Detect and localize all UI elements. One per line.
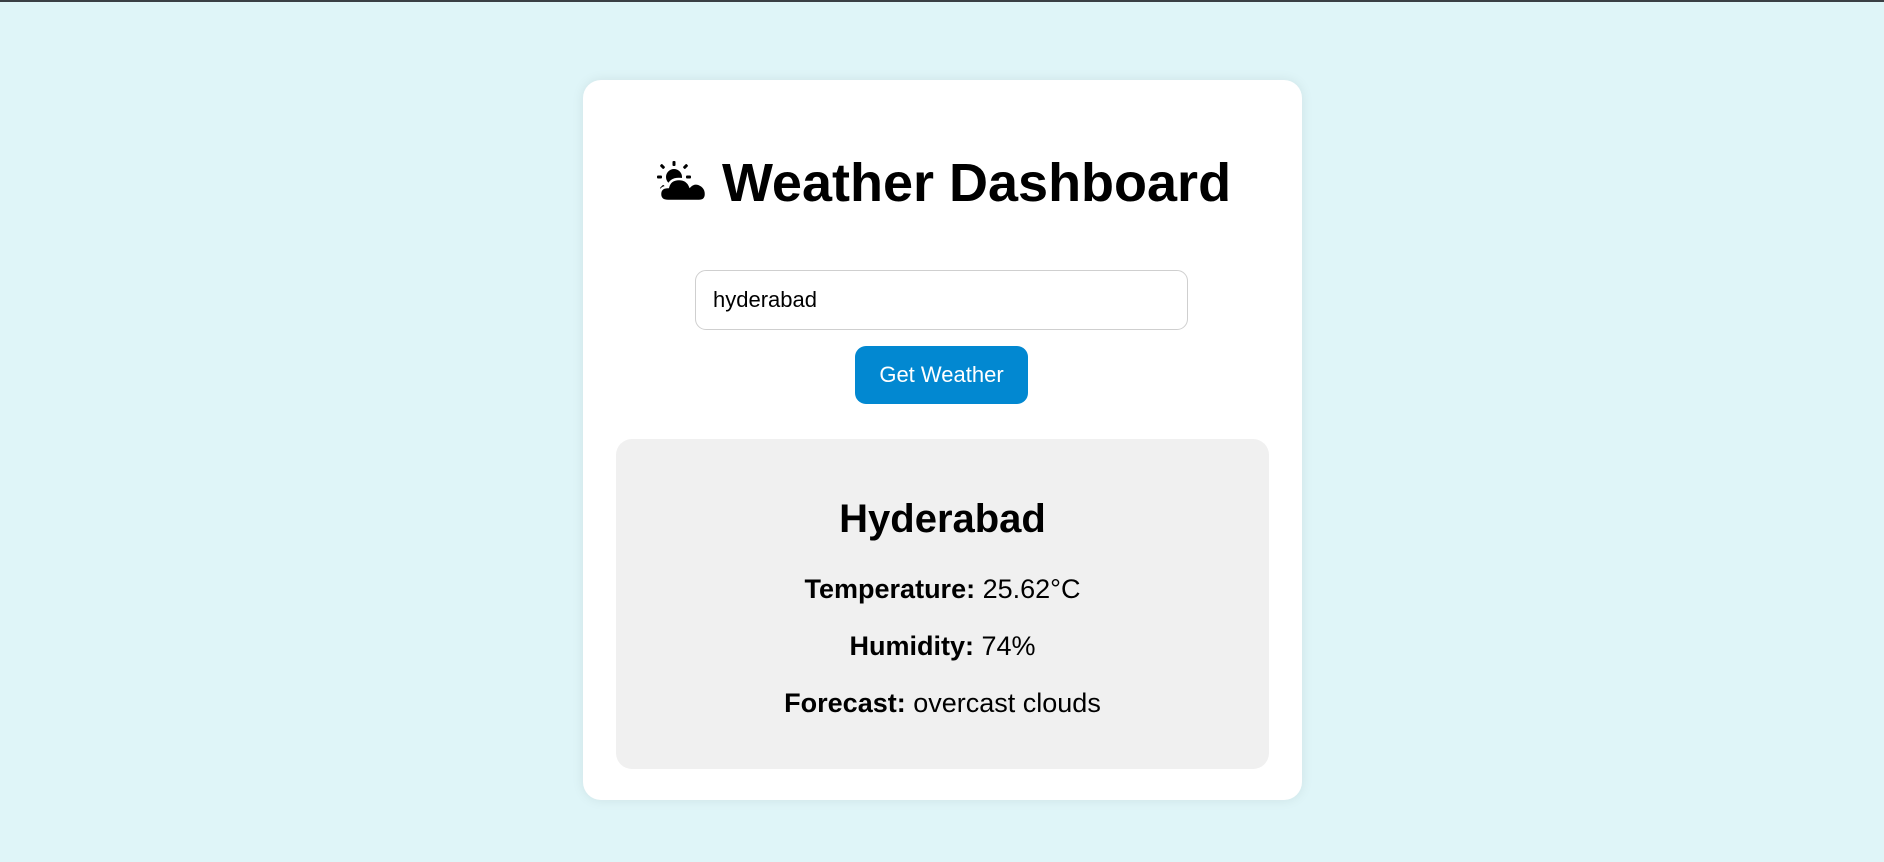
humidity-value: 74% (981, 631, 1036, 661)
weather-result-panel: Hyderabad Temperature: 25.62°C Humidity:… (616, 439, 1269, 769)
forecast-label: Forecast: (784, 688, 906, 718)
forecast-row: Forecast: overcast clouds (616, 690, 1269, 717)
city-search-input[interactable] (695, 270, 1188, 330)
page-title-text: Weather Dashboard (721, 153, 1232, 213)
forecast-value: overcast clouds (913, 688, 1101, 718)
humidity-row: Humidity: 74% (616, 633, 1269, 660)
city-name: Hyderabad (839, 497, 1046, 541)
weather-card: Weather Dashboard Get Weather Hyderabad … (583, 80, 1302, 800)
temperature-label: Temperature: (804, 574, 976, 604)
sun-behind-cloud-icon (654, 160, 710, 214)
page-title: Weather Dashboard (583, 156, 1302, 214)
get-weather-button[interactable]: Get Weather (855, 346, 1028, 404)
temperature-value: 25.62°C (982, 574, 1081, 604)
temperature-row: Temperature: 25.62°C (616, 576, 1269, 603)
humidity-label: Humidity: (849, 631, 974, 661)
